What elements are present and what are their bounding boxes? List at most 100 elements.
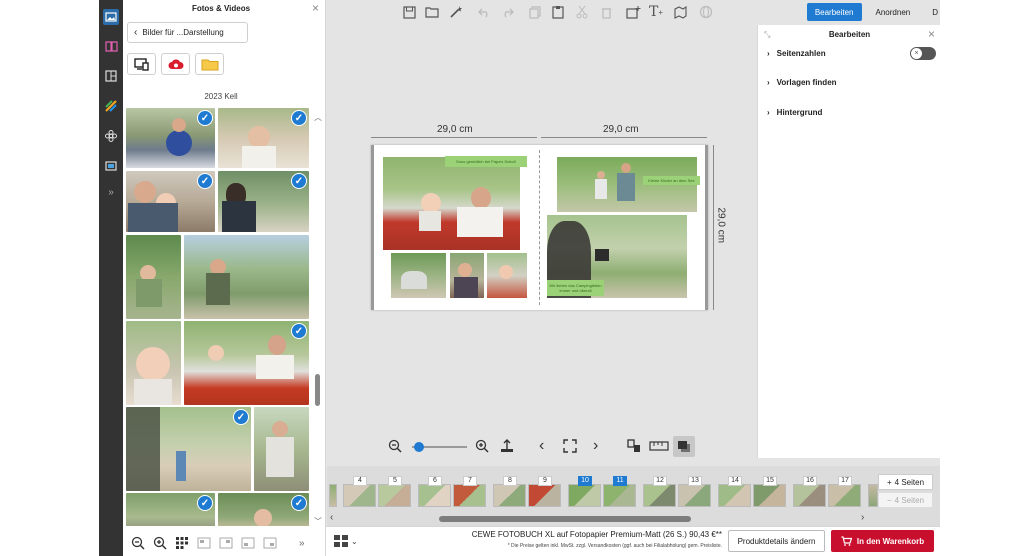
view-switcher[interactable]: ⌄ [333, 534, 358, 548]
page-spread[interactable]: 12 13 [643, 474, 715, 508]
page-spread[interactable]: 16 17 [793, 474, 865, 508]
page-thumb[interactable] [793, 484, 826, 507]
export-icon[interactable] [499, 438, 515, 454]
close-icon[interactable]: × [312, 1, 319, 15]
layout-b-icon[interactable] [219, 537, 233, 549]
page-thumb[interactable] [603, 484, 636, 507]
page-spread[interactable]: 45 [343, 474, 415, 508]
canvas-photo[interactable] [450, 253, 484, 298]
scroll-up-icon[interactable]: ︿ [314, 112, 322, 123]
undo-icon[interactable] [475, 3, 493, 21]
background-icon[interactable] [103, 98, 119, 114]
page-thumb[interactable] [828, 484, 861, 507]
ruler-icon[interactable] [649, 440, 669, 452]
photo-thumb[interactable]: ✓ [126, 108, 215, 168]
page-thumb[interactable] [343, 484, 376, 507]
page-thumb[interactable] [868, 484, 878, 507]
fullscreen-icon[interactable] [563, 439, 577, 453]
close-icon[interactable]: × [928, 27, 935, 41]
page-thumb[interactable] [418, 484, 451, 507]
photo-thumb[interactable] [126, 235, 181, 319]
book-icon[interactable] [103, 38, 119, 54]
redo-icon[interactable] [498, 3, 516, 21]
zoom-out-icon[interactable] [131, 536, 145, 550]
page-thumb[interactable] [643, 484, 676, 507]
remove-pages-button[interactable]: −4 Seiten [878, 492, 933, 508]
add-photo-icon[interactable] [624, 3, 642, 21]
page-spread[interactable]: 10 11 [568, 474, 640, 508]
copy-icon[interactable] [526, 3, 544, 21]
photo-thumb[interactable] [126, 321, 181, 405]
save-icon[interactable] [400, 3, 418, 21]
caption-box[interactable]: Sooo gemütlich bei Papa's Schoß [445, 156, 527, 167]
open-folder-icon[interactable] [423, 3, 441, 21]
photos-icon[interactable] [103, 9, 119, 25]
page-number-toggle[interactable]: × [910, 47, 936, 60]
zoom-slider-knob[interactable] [414, 442, 424, 452]
shadow-toggle-button[interactable] [673, 436, 695, 457]
panel-scrollbar[interactable] [315, 374, 320, 406]
page-spread[interactable]: 14 15 [718, 474, 790, 508]
strip-scroll-left-icon[interactable]: ‹ [330, 512, 333, 523]
page-thumb[interactable] [528, 484, 561, 507]
grid-view-icon[interactable] [175, 536, 189, 550]
page-thumb[interactable] [678, 484, 711, 507]
zoom-out-icon[interactable] [388, 439, 402, 453]
section-hintergrund[interactable]: › Hintergrund [767, 108, 822, 117]
add-to-cart-button[interactable]: In den Warenkorb [831, 530, 934, 552]
page-thumb[interactable] [329, 474, 339, 508]
expand-rail-icon[interactable]: » [103, 184, 119, 200]
tab-bearbeiten[interactable]: Bearbeiten [806, 3, 862, 21]
tab-anordnen[interactable]: Anordnen [868, 3, 919, 21]
photo-thumb[interactable]: ✓ [218, 108, 309, 168]
strip-scrollbar[interactable] [439, 516, 691, 522]
page-thumb[interactable] [378, 484, 411, 507]
page-thumb[interactable] [753, 484, 786, 507]
section-seitenzahlen[interactable]: › Seitenzahlen [767, 49, 826, 58]
photo-thumb[interactable] [184, 235, 309, 319]
photo-thumb[interactable] [254, 407, 309, 491]
globe-icon[interactable] [697, 3, 715, 21]
expand-panel-icon[interactable]: » [299, 538, 305, 549]
photo-thumb[interactable]: ✓ [218, 493, 309, 526]
layout-icon[interactable] [103, 68, 119, 84]
zoom-in-icon[interactable] [153, 536, 167, 550]
back-button[interactable]: ‹ Bilder für ...Darstellung [127, 22, 248, 43]
photo-thumb[interactable]: ✓ [126, 171, 215, 232]
page-thumb[interactable] [453, 484, 486, 507]
canvas-photo[interactable] [383, 157, 520, 250]
page-thumb[interactable] [568, 484, 601, 507]
page-thumb[interactable] [718, 484, 751, 507]
canvas-photo[interactable] [487, 253, 527, 298]
layout-a-icon[interactable] [197, 537, 211, 549]
photo-thumb[interactable]: ✓ [184, 321, 309, 405]
delete-icon[interactable] [597, 3, 615, 21]
swap-icon[interactable] [626, 438, 642, 454]
page-thumb[interactable] [493, 484, 526, 507]
next-page-icon[interactable]: › [593, 437, 598, 455]
page-thumb[interactable] [329, 484, 337, 507]
add-pages-button[interactable]: +4 Seiten [878, 474, 933, 490]
magic-wand-icon[interactable] [447, 3, 465, 21]
folder-source-button[interactable] [195, 53, 224, 75]
frame-icon[interactable] [103, 158, 119, 174]
zoom-in-icon[interactable] [475, 439, 489, 453]
canvas-photo[interactable] [391, 253, 446, 298]
layout-c-icon[interactable] [241, 537, 255, 549]
product-details-button[interactable]: Produktdetails ändern [728, 530, 825, 552]
add-text-icon[interactable]: T + [647, 3, 665, 21]
paste-icon[interactable] [549, 3, 567, 21]
photo-thumb[interactable]: ✓ [126, 407, 251, 491]
photo-thumb[interactable]: ✓ [218, 171, 309, 232]
add-map-icon[interactable] [672, 3, 690, 21]
cloud-source-button[interactable] [161, 53, 190, 75]
scroll-down-icon[interactable]: ﹀ [314, 516, 322, 527]
page-spread[interactable]: 89 [493, 474, 565, 508]
section-vorlagen[interactable]: › Vorlagen finden [767, 78, 837, 87]
caption-box[interactable]: Wir lieben das Campingleben immer und üb… [547, 280, 604, 296]
layout-d-icon[interactable] [263, 537, 277, 549]
photo-thumb[interactable]: ✓ [126, 493, 215, 526]
device-source-button[interactable] [127, 53, 156, 75]
clipart-icon[interactable] [103, 128, 119, 144]
cut-icon[interactable] [573, 3, 591, 21]
